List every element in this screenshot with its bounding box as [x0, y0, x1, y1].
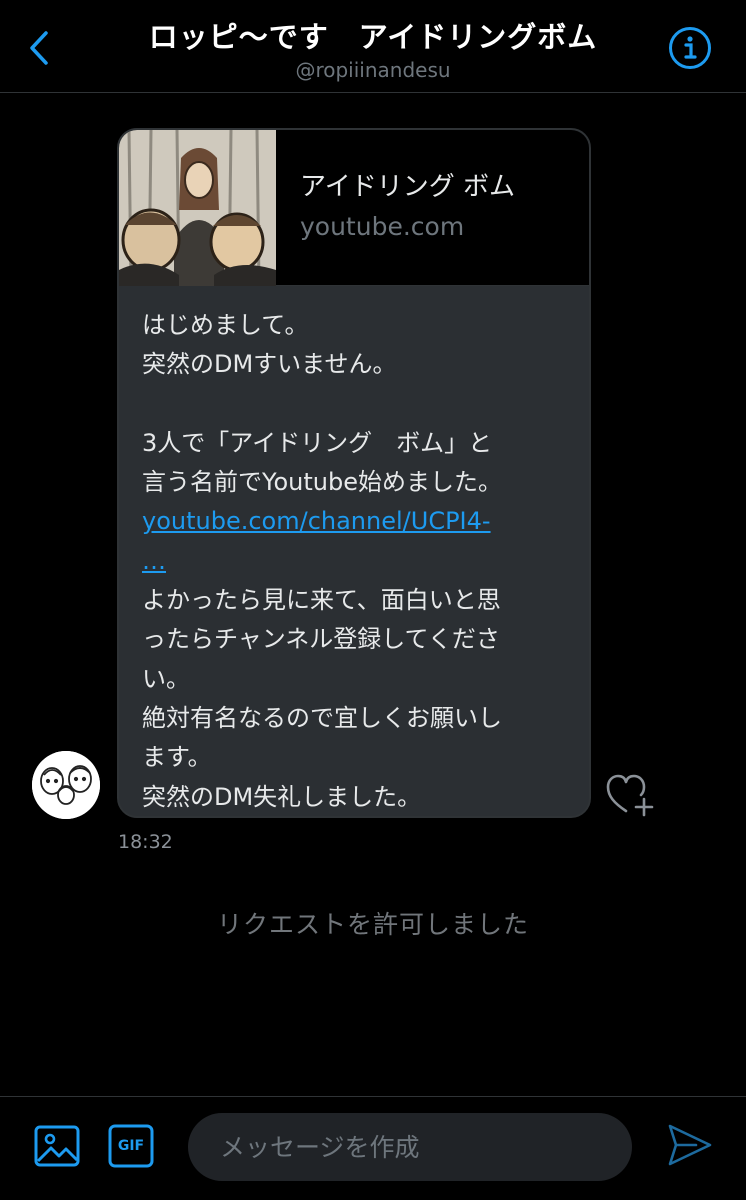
- message-line: 絶対有名なるので宜しくお願いし: [142, 703, 502, 732]
- preview-title: アイドリング ボム: [300, 172, 515, 202]
- add-media-button[interactable]: [34, 1125, 80, 1167]
- message-line: よかったら見に来て、面白いと思: [142, 586, 501, 615]
- send-icon: [668, 1124, 712, 1166]
- message-bubble: アイドリング ボム youtube.com はじめまして。 突然のDMすいません…: [117, 128, 591, 818]
- link-preview-card[interactable]: アイドリング ボム youtube.com: [119, 130, 589, 286]
- sketch-faces-avatar: [32, 751, 100, 819]
- sender-avatar[interactable]: [32, 751, 100, 819]
- message-line: はじめまして。: [142, 311, 309, 339]
- message-line: ます。: [142, 743, 212, 772]
- message-line: 突然のDMすいません。: [142, 350, 397, 379]
- message-composer: GIF: [0, 1096, 746, 1200]
- add-gif-button[interactable]: GIF: [108, 1124, 154, 1168]
- info-button[interactable]: [668, 26, 712, 70]
- preview-thumbnail: [119, 130, 276, 286]
- conversation-title: ロッピ〜です アイドリングボム: [148, 20, 598, 54]
- message-line: ったらチャンネル登録してくださ: [142, 625, 500, 654]
- info-circle-icon: [669, 27, 711, 69]
- heart-plus-icon: [606, 774, 654, 817]
- react-button[interactable]: [606, 773, 654, 817]
- message-line: 突然のDM失礼しました。: [142, 782, 422, 811]
- message-line: [142, 385, 572, 424]
- message-line: 言う名前でYoutube始めました。: [142, 468, 502, 497]
- conversation-handle: @ropiiinandesu: [295, 58, 451, 82]
- message-line: 3人で「アイドリング ボム」と: [142, 428, 493, 457]
- image-icon: [34, 1125, 80, 1167]
- send-button[interactable]: [666, 1122, 714, 1168]
- gif-label: GIF: [117, 1138, 145, 1154]
- message-line: い。: [142, 664, 190, 693]
- dm-conversation-screen: ロッピ〜です アイドリングボム @ropiiinandesu アイドリング ボム…: [0, 0, 746, 1200]
- channel-link[interactable]: youtube.com/channel/UCPI4-: [142, 507, 491, 535]
- channel-link-ellipsis[interactable]: …: [142, 547, 166, 575]
- request-accepted-note: リクエストを許可しました: [216, 910, 529, 939]
- message-timestamp: 18:32: [118, 831, 173, 853]
- message-text: はじめまして。 突然のDMすいません。 3人で「アイドリング ボム」と 言う名前…: [142, 306, 572, 816]
- preview-domain: youtube.com: [300, 212, 465, 241]
- message-input[interactable]: [188, 1113, 632, 1181]
- conversation-header: ロッピ〜です アイドリングボム @ropiiinandesu: [0, 0, 746, 93]
